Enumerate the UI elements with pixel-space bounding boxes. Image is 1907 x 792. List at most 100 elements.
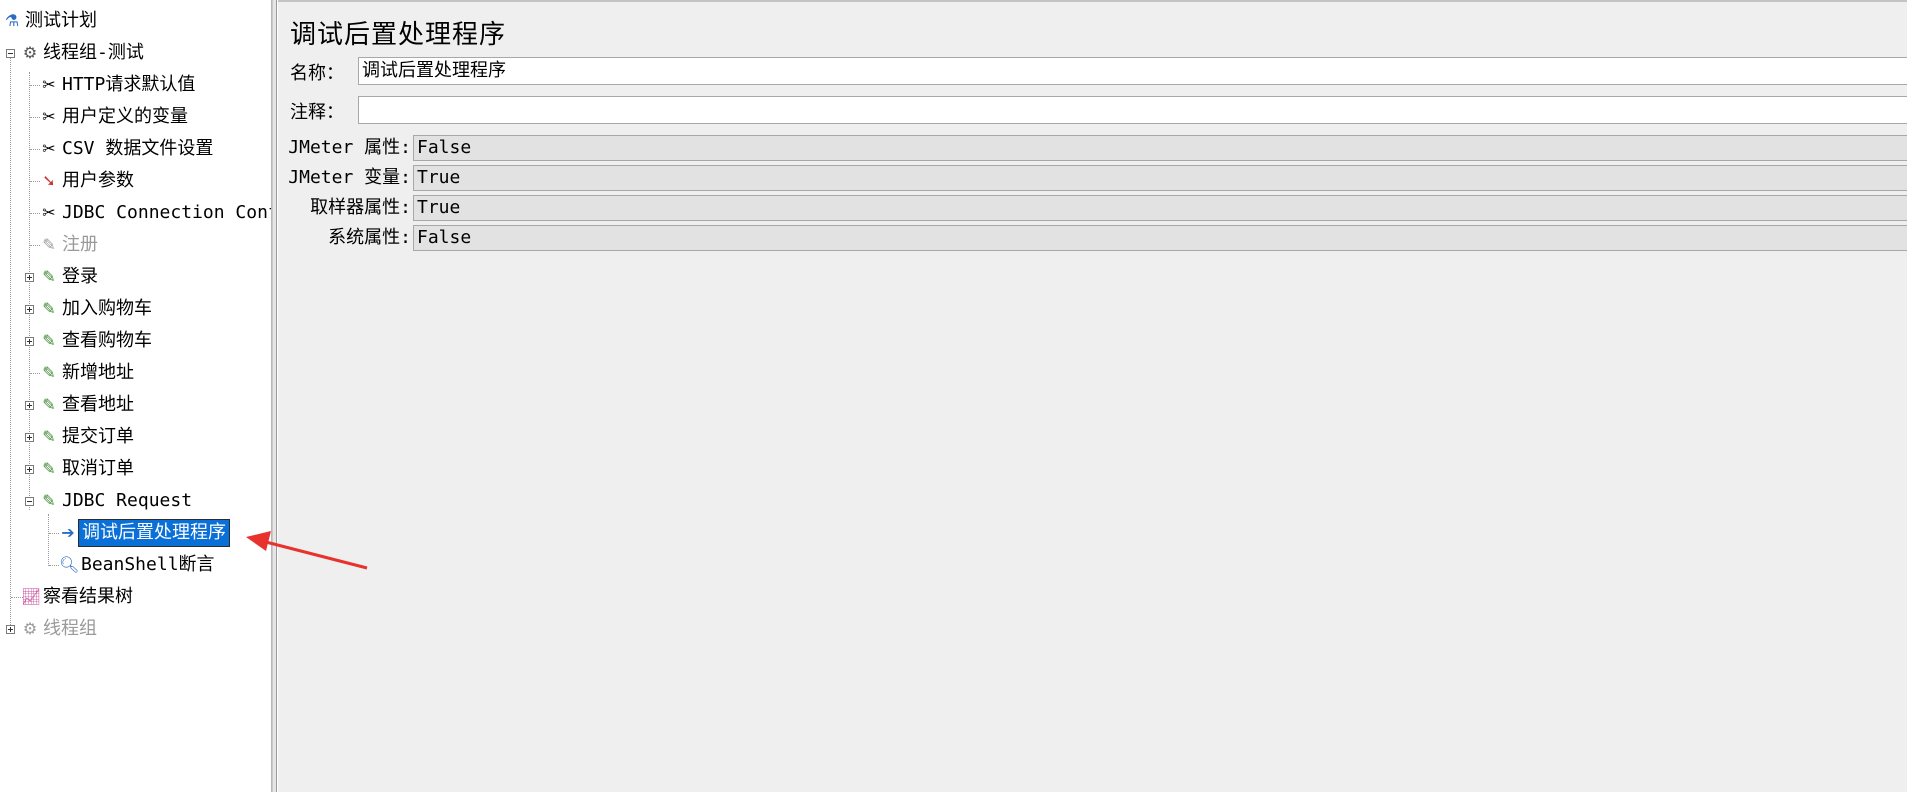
tree-item-label: 提交订单 xyxy=(62,426,134,447)
thread-group-icon: ⚙ xyxy=(22,619,38,638)
sampler-properties-row: 取样器属性: True xyxy=(278,194,1907,222)
tree-item-label: BeanShell断言 xyxy=(81,554,215,575)
sampler-properties-label: 取样器属性: xyxy=(310,197,411,218)
tree-item-label: 测试计划 xyxy=(25,10,97,31)
debug-postprocessor-panel: 调试后置处理程序 名称： 调试后置处理程序 注释： JMeter 属性: Fal… xyxy=(278,0,1907,792)
system-properties-label: 系统属性: xyxy=(328,227,411,248)
tree-item-label: 察看结果树 xyxy=(43,586,133,607)
sampler-properties-select[interactable]: True xyxy=(413,195,1907,221)
tree-connector-line xyxy=(49,565,59,566)
tree-item-cancel-order[interactable]: ✎ 取消订单 xyxy=(40,456,136,482)
sampler-icon: ✎ xyxy=(42,395,56,414)
expand-toggle[interactable] xyxy=(25,305,34,314)
tree-item-label: JDBC Connection Confi xyxy=(62,202,272,223)
post-processor-icon: ➔ xyxy=(61,523,75,542)
jmeter-variables-select[interactable]: True xyxy=(413,165,1907,191)
tree-item-add-to-cart[interactable]: ✎ 加入购物车 xyxy=(40,296,154,322)
tree-connector-line xyxy=(29,72,30,510)
page-title: 调试后置处理程序 xyxy=(290,20,507,50)
thread-group-icon: ⚙ xyxy=(22,43,38,62)
tree-item-csv-data-set[interactable]: ✂ CSV 数据文件设置 xyxy=(40,136,215,162)
sampler-icon: ✎ xyxy=(42,235,56,254)
jmeter-variables-row: JMeter 变量: True xyxy=(278,164,1907,192)
comment-label: 注释： xyxy=(290,102,344,123)
listener-icon: 📈︎ xyxy=(21,587,42,606)
config-element-icon: ✂ xyxy=(42,75,56,94)
config-element-icon: ✂ xyxy=(42,203,56,222)
tree-item-label: 用户参数 xyxy=(62,170,134,191)
tree-connector-line xyxy=(30,117,40,118)
jmeter-variables-label: JMeter 变量: xyxy=(288,167,411,188)
expand-toggle[interactable] xyxy=(25,401,34,410)
tree-item-user-parameters[interactable]: ➘ 用户参数 xyxy=(40,168,136,194)
sampler-icon: ✎ xyxy=(42,267,56,286)
collapse-toggle[interactable] xyxy=(6,49,15,58)
expand-toggle[interactable] xyxy=(25,337,34,346)
tree-connector-line xyxy=(30,373,40,374)
tree-item-label: 查看购物车 xyxy=(62,330,152,351)
tree-item-view-address[interactable]: ✎ 查看地址 xyxy=(40,392,136,418)
pre-processor-icon: ➘ xyxy=(42,171,56,190)
jmeter-properties-select[interactable]: False xyxy=(413,135,1907,161)
sampler-icon: ✎ xyxy=(42,459,56,478)
system-properties-select[interactable]: False xyxy=(413,225,1907,251)
tree-item-label: 新增地址 xyxy=(62,362,134,383)
assertion-icon: 🔍︎ xyxy=(59,555,80,574)
tree-item-label: 线程组-测试 xyxy=(43,42,144,63)
jmeter-properties-row: JMeter 属性: False xyxy=(278,134,1907,162)
name-label: 名称： xyxy=(290,63,344,84)
tree-connector-line xyxy=(10,58,11,633)
tree-item-label: HTTP请求默认值 xyxy=(62,74,196,95)
tree-item-beanshell-assertion[interactable]: 🔍︎ BeanShell断言 xyxy=(59,552,217,578)
tree-connector-line xyxy=(30,245,40,246)
tree-item-register[interactable]: ✎ 注册 xyxy=(40,232,100,258)
expand-toggle[interactable] xyxy=(25,465,34,474)
tree-item-jdbc-request[interactable]: ✎ JDBC Request xyxy=(40,488,194,514)
tree-item-label: JDBC Request xyxy=(62,490,193,511)
tree-item-label: 加入购物车 xyxy=(62,298,152,319)
tree-item-label: 查看地址 xyxy=(62,394,134,415)
panel-splitter[interactable] xyxy=(272,0,277,792)
tree-item-label: 调试后置处理程序 xyxy=(78,519,230,547)
tree-item-http-defaults[interactable]: ✂ HTTP请求默认值 xyxy=(40,72,197,98)
tree-item-label: 线程组 xyxy=(43,618,97,639)
config-element-icon: ✂ xyxy=(42,139,56,158)
tree-item-thread-group[interactable]: ⚙ 线程组 xyxy=(3,616,99,642)
test-plan-icon: ⚗ xyxy=(4,11,20,30)
tree-item-add-address[interactable]: ✎ 新增地址 xyxy=(40,360,136,386)
tree-item-user-defined-variables[interactable]: ✂ 用户定义的变量 xyxy=(40,104,190,130)
system-properties-row: 系统属性: False xyxy=(278,224,1907,252)
sampler-icon: ✎ xyxy=(42,363,56,382)
tree-item-thread-group-test[interactable]: ⚙ 线程组-测试 xyxy=(21,40,146,66)
tree-connector-line xyxy=(49,533,59,534)
tree-connector-line xyxy=(30,149,40,150)
tree-item-label: 用户定义的变量 xyxy=(62,106,188,127)
jmeter-properties-label: JMeter 属性: xyxy=(288,137,411,158)
sampler-icon: ✎ xyxy=(42,299,56,318)
tree-item-label: 注册 xyxy=(62,234,98,255)
sampler-icon: ✎ xyxy=(42,427,56,446)
expand-toggle[interactable] xyxy=(25,433,34,442)
name-field[interactable]: 调试后置处理程序 xyxy=(358,57,1907,85)
config-element-icon: ✂ xyxy=(42,107,56,126)
tree-connector-line xyxy=(30,213,40,214)
tree-item-label: 登录 xyxy=(62,266,98,287)
test-plan-tree[interactable]: ⚗ 测试计划 ⚙ 线程组-测试 ✂ HTTP请求默认值 ✂ 用户定义的变量 ✂ … xyxy=(0,0,272,792)
collapse-toggle[interactable] xyxy=(25,497,34,506)
tree-item-debug-postprocessor[interactable]: ➔ 调试后置处理程序 xyxy=(59,519,230,547)
tree-connector-line xyxy=(48,514,49,566)
tree-item-test-plan[interactable]: ⚗ 测试计划 xyxy=(3,8,99,34)
tree-item-view-results-tree[interactable]: 📈︎ 察看结果树 xyxy=(21,584,135,610)
comment-field[interactable] xyxy=(358,96,1907,124)
tree-connector-line xyxy=(30,85,40,86)
tree-item-submit-order[interactable]: ✎ 提交订单 xyxy=(40,424,136,450)
tree-item-label: 取消订单 xyxy=(62,458,134,479)
sampler-icon: ✎ xyxy=(42,331,56,350)
expand-toggle[interactable] xyxy=(25,273,34,282)
tree-item-view-cart[interactable]: ✎ 查看购物车 xyxy=(40,328,154,354)
tree-item-jdbc-connection-config[interactable]: ✂ JDBC Connection Confi xyxy=(40,200,272,226)
sampler-icon: ✎ xyxy=(42,491,56,510)
tree-item-label: CSV 数据文件设置 xyxy=(62,138,214,159)
tree-connector-line xyxy=(30,181,40,182)
tree-item-login[interactable]: ✎ 登录 xyxy=(40,264,100,290)
